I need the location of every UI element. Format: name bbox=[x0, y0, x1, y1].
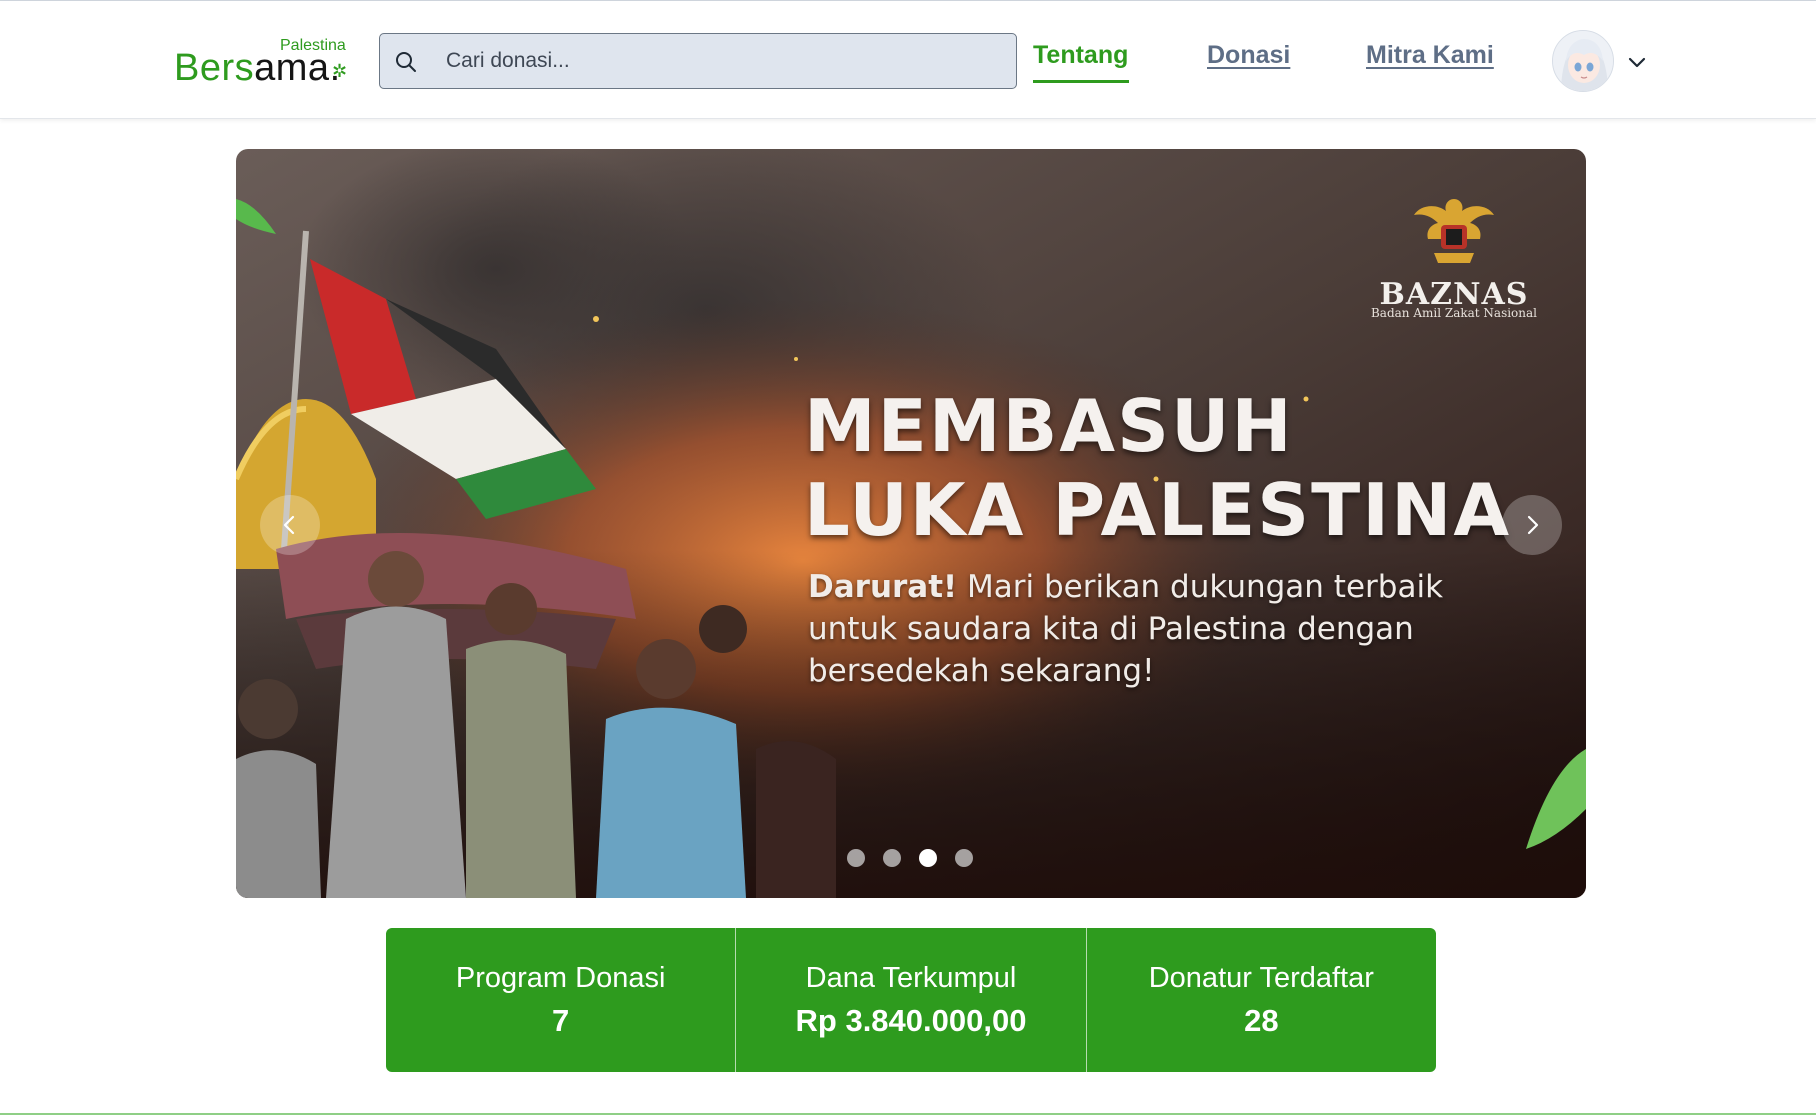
carousel-dot-3[interactable] bbox=[919, 849, 937, 867]
stat-value: 7 bbox=[552, 1003, 570, 1038]
baznas-logo-tagline: Badan Amil Zakat Nasional bbox=[1370, 306, 1538, 320]
stat-label: Donatur Terdaftar bbox=[1148, 962, 1374, 994]
stat-label: Program Donasi bbox=[455, 962, 666, 994]
nav-link-tentang[interactable]: Tentang bbox=[1033, 41, 1128, 70]
stat-program-donasi: Program Donasi 7 bbox=[386, 928, 737, 1072]
chevron-left-icon bbox=[283, 515, 295, 535]
section-divider bbox=[0, 1113, 1816, 1115]
logo-wordmark-dark: ama bbox=[254, 47, 330, 89]
search-icon bbox=[396, 52, 416, 72]
stat-value: Rp 3.840.000,00 bbox=[795, 1003, 1027, 1038]
banner-headline: MEMBASUH LUKA PALESTINA bbox=[804, 384, 1564, 552]
stats-panel: Program Donasi 7 Dana Terkumpul Rp 3.840… bbox=[386, 928, 1436, 1072]
logo-sparkle-icon: ✲ bbox=[332, 61, 348, 81]
banner-headline-line-2: LUKA PALESTINA bbox=[804, 468, 1512, 552]
carousel-dot-2[interactable] bbox=[883, 849, 901, 867]
carousel-next-button[interactable] bbox=[1502, 495, 1562, 555]
banner-subtext-emphasis: Darurat! bbox=[808, 569, 958, 605]
top-navbar: Palestina Bersama. ✲ Tentang Donasi Mitr… bbox=[0, 1, 1816, 119]
chevron-down-icon[interactable] bbox=[1626, 51, 1648, 73]
search-input[interactable] bbox=[446, 34, 1006, 88]
stat-value: 28 bbox=[1244, 1003, 1279, 1038]
logo-wordmark: Bersama. bbox=[174, 49, 341, 87]
stat-donatur-terdaftar: Donatur Terdaftar 28 bbox=[1087, 928, 1436, 1072]
stat-dana-terkumpul: Dana Terkumpul Rp 3.840.000,00 bbox=[736, 928, 1087, 1072]
nav-link-mitra-kami[interactable]: Mitra Kami bbox=[1366, 41, 1494, 70]
nav-active-indicator bbox=[1033, 80, 1129, 83]
logo-wordmark-green: Bers bbox=[174, 47, 255, 89]
carousel-dot-1[interactable] bbox=[847, 849, 865, 867]
carousel-prev-button[interactable] bbox=[260, 495, 320, 555]
chevron-right-icon bbox=[1527, 515, 1539, 535]
user-avatar[interactable] bbox=[1552, 30, 1614, 92]
carousel-dot-4[interactable] bbox=[955, 849, 973, 867]
banner-subtext: Darurat! Mari berikan dukungan terbaik u… bbox=[808, 566, 1488, 692]
nav-link-donasi[interactable]: Donasi bbox=[1207, 41, 1290, 70]
search-bar[interactable] bbox=[379, 33, 1017, 89]
stat-label: Dana Terkumpul bbox=[805, 962, 1017, 994]
avatar-anime-portrait-icon bbox=[1553, 31, 1613, 91]
site-logo[interactable]: Palestina Bersama. ✲ bbox=[174, 37, 354, 87]
banner-headline-line-1: MEMBASUH bbox=[804, 384, 1294, 468]
hero-carousel: BAZNAS Badan Amil Zakat Nasional MEMBASU… bbox=[236, 149, 1586, 898]
baznas-garuda-emblem bbox=[1414, 199, 1494, 263]
